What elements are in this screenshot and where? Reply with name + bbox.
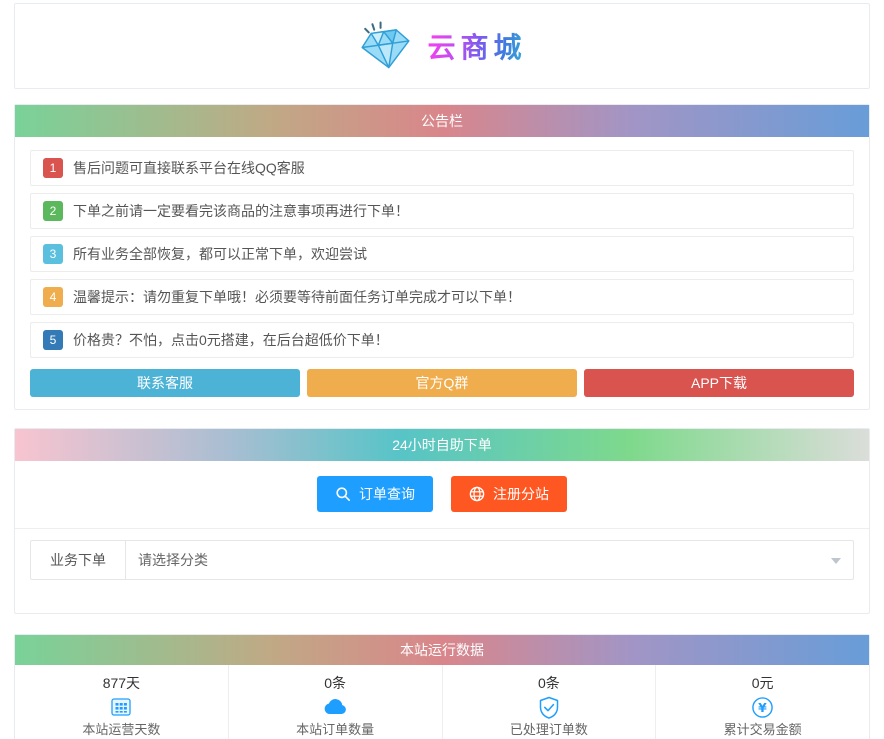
site-title: 云商城 [427,26,526,66]
register-substation-label: 注册分站 [493,486,549,502]
notice-number-badge: 1 [43,158,63,178]
contact-support-button[interactable]: 联系客服 [30,369,300,397]
notice-item[interactable]: 3 所有业务全部恢复，都可以正常下单，欢迎尝试 [30,236,854,272]
notice-list: 1 售后问题可直接联系平台在线QQ客服 2 下单之前请一定要看完该商品的注意事项… [15,137,869,358]
stat-value: 0条 [537,675,560,691]
category-select[interactable]: 请选择分类 [126,541,853,579]
stat-order-count: 0条 本站订单数量 [229,665,443,739]
calendar-grid-icon [15,694,228,720]
shield-check-icon [443,694,656,720]
order-form: 业务下单 请选择分类 [15,529,869,613]
app-download-button[interactable]: APP下载 [584,369,854,397]
order-query-button[interactable]: 订单查询 [317,476,433,512]
category-form-row: 业务下单 请选择分类 [30,540,854,580]
logo-card: 云商城 [14,3,870,89]
yen-circle-icon: ¥ [656,694,869,720]
notice-item[interactable]: 1 售后问题可直接联系平台在线QQ客服 [30,150,854,186]
stat-label: 本站订单数量 [296,722,375,737]
stat-label: 已处理订单数 [509,722,588,737]
notice-text: 温馨提示：请勿重复下单哦！必须要等待前面任务订单完成才可以下单！ [73,289,521,305]
stat-value: 877天 [102,675,141,691]
category-select-placeholder: 请选择分类 [138,552,208,568]
notice-button-row: 联系客服 官方Q群 APP下载 [15,365,869,409]
notice-text: 价格贵？不怕，点击0元搭建，在后台超低价下单！ [73,332,389,348]
notice-number-badge: 5 [43,330,63,350]
register-substation-button[interactable]: 注册分站 [451,476,567,512]
notice-board-title: 公告栏 [15,105,869,137]
notice-board-card: 公告栏 1 售后问题可直接联系平台在线QQ客服 2 下单之前请一定要看完该商品的… [14,104,870,410]
notice-text: 所有业务全部恢复，都可以正常下单，欢迎尝试 [73,246,367,262]
stat-running-days: 877天 本站运营天数 [15,665,229,739]
stat-value: 0条 [324,675,347,691]
notice-item[interactable]: 2 下单之前请一定要看完该商品的注意事项再进行下单！ [30,193,854,229]
stat-total-amount: 0元 ¥ 累计交易金额 [656,665,869,739]
stat-label: 本站运营天数 [82,722,161,737]
notice-text: 下单之前请一定要看完该商品的注意事项再进行下单！ [73,203,409,219]
page: 云商城 公告栏 1 售后问题可直接联系平台在线QQ客服 2 下单之前请一定要看完… [0,0,884,739]
notice-number-badge: 3 [43,244,63,264]
notice-item[interactable]: 5 价格贵？不怕，点击0元搭建，在后台超低价下单！ [30,322,854,358]
site-stats-card: 本站运行数据 877天 本站运营天数 0条 本站订单数量 0条 已处理订单数 0… [14,634,870,739]
stat-label: 累计交易金额 [723,722,802,737]
official-qq-group-button[interactable]: 官方Q群 [307,369,577,397]
stat-value: 0元 [751,675,774,691]
site-logo: 云商城 [357,20,526,72]
notice-number-badge: 2 [43,201,63,221]
chevron-down-icon [831,558,841,564]
stat-processed-orders: 0条 已处理订单数 [443,665,657,739]
search-icon [336,487,350,501]
self-order-card: 24小时自助下单 订单查询 注册分站 业务下单 请选择分类 [14,428,870,614]
svg-text:¥: ¥ [758,699,767,714]
globe-icon [469,486,485,502]
notice-item[interactable]: 4 温馨提示：请勿重复下单哦！必须要等待前面任务订单完成才可以下单！ [30,279,854,315]
order-action-row: 订单查询 注册分站 [15,461,869,528]
notice-text: 售后问题可直接联系平台在线QQ客服 [73,160,305,176]
stats-row: 877天 本站运营天数 0条 本站订单数量 0条 已处理订单数 0元 ¥ 累计交… [15,665,869,739]
diamond-icon [361,21,411,69]
self-order-title: 24小时自助下单 [15,429,869,461]
notice-number-badge: 4 [43,287,63,307]
order-query-label: 订单查询 [359,486,415,502]
business-order-label: 业务下单 [31,541,126,579]
cloud-icon [229,694,442,720]
site-stats-title: 本站运行数据 [15,635,869,665]
